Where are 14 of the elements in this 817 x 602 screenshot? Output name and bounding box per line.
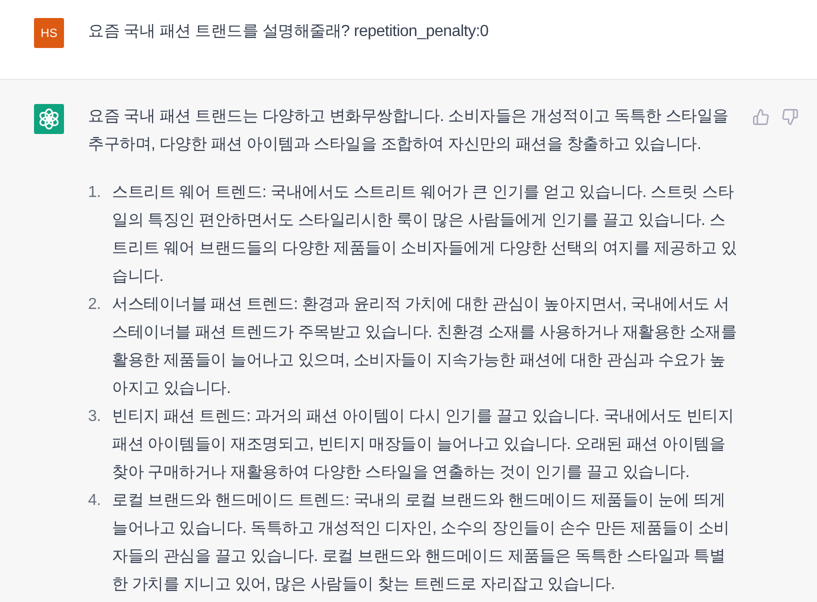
user-avatar: HS bbox=[34, 18, 64, 48]
thumbs-up-icon[interactable] bbox=[753, 109, 769, 125]
thumbs-down-icon[interactable] bbox=[782, 109, 798, 125]
assistant-message: 요즘 국내 패션 트랜드는 다양하고 변화무쌍합니다. 소비자들은 개성적이고 독특한 스타일을 추구하며, 다양한 패션 아이템과 스타일을 조합하여 자신만의 패션을 창출하고 있습니다. bbox=[88, 107, 730, 155]
list-item-text: 로컬 브랜드와 핸드메이드 트렌드: 국내의 로컬 브랜드와 핸드메이드 제품들이 눈에 띄게 늘어나고 있습니다. 독특하고 개성적인 디자인, 소수의 장인들이 손수 만든 제품들이 소비자들의 관심을 끌고 있습니다. 로컬 브랜드와 핸드메이드 제품들은 독특한 스타일과 특별한 가치를 지니고 있어, 많은 사람들이 찾는 트렌드로 자리잡고 있습니다. bbox=[112, 491, 730, 595]
list-item-text: 서스테이너블 패션 트렌드: 환경과 윤리적 가치에 대한 관심이 높아지면서, 국내에서도 서스테이너블 패션 트렌드가 주목받고 있습니다. 친환경 소재를 사용하거나 재활용한 소재를 활용한 제품들이 늘어나고 있으며, 소비자들이 지속가능한 패션에 대한 관심과 수요가 높아지고 있습니다. bbox=[112, 295, 738, 399]
list-number: 1. bbox=[88, 183, 102, 203]
list-number: 4. bbox=[88, 491, 102, 511]
list-number: 3. bbox=[88, 407, 102, 427]
list-number: 2. bbox=[88, 295, 102, 315]
user-message: 요즘 국내 패션 트랜드를 설명해줄래? repetition_penalty:0 bbox=[88, 22, 489, 42]
list-item-text: 빈티지 패션 트렌드: 과거의 패션 아이템이 다시 인기를 끌고 있습니다. 국내에서도 빈티지 패션 아이템들이 재조명되고, 빈티지 매장들이 늘어나고 있습니다. 오래된 패션 아이템을 찾아 구매하거나 재활용하여 다양한 스타일을 연출하는 것이 인기를 끌고 있습니다. bbox=[112, 407, 735, 483]
logo-icon bbox=[34, 104, 64, 134]
list-item-text: 스트리트 웨어 트렌드: 국내에서도 스트리트 웨어가 큰 인기를 얻고 있습니다. 스트릿 스타일의 특징인 편안하면서도 스타일리시한 룩이 많은 사람들에게 인기를 끌고 있습니다. 스트리트 웨어 브랜드들의 다양한 제품들이 소비자들에게 다양한 선택의 여지를 제공하고 있습니다. bbox=[112, 183, 738, 287]
